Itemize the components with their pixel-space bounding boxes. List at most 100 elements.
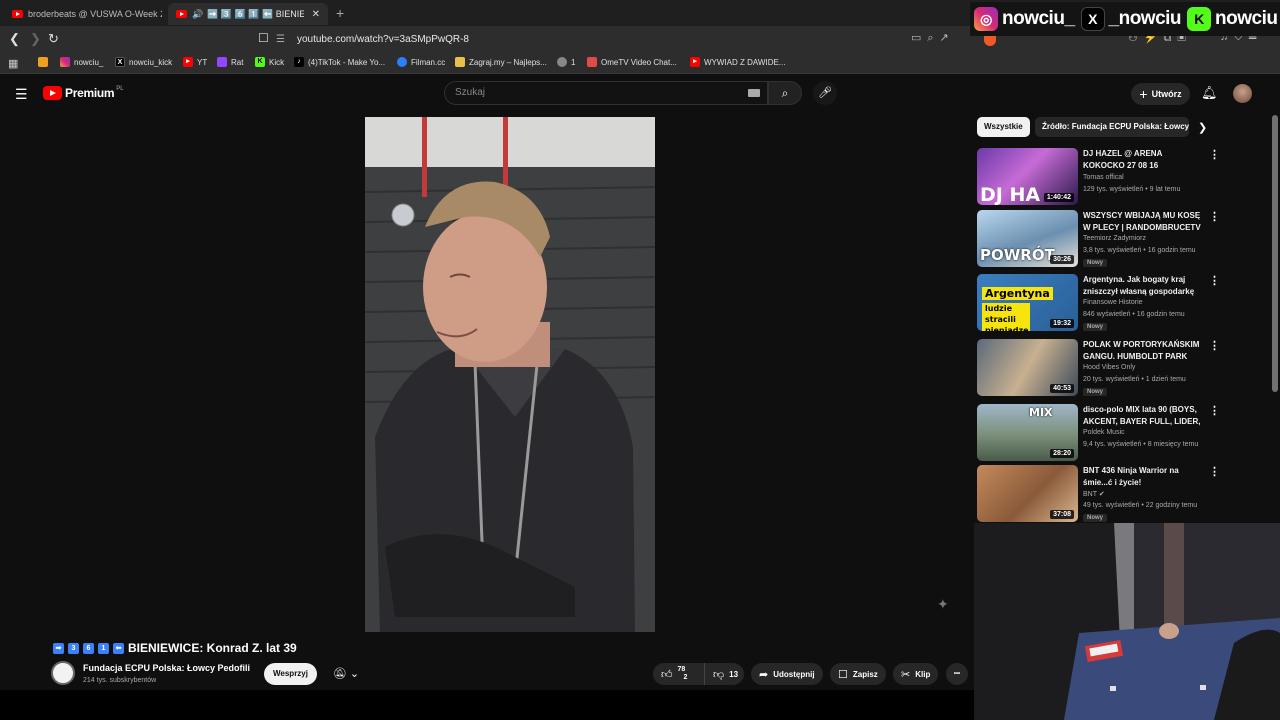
recommendation-title[interactable]: POLAK W PORTORYKAŃSKIM GANGU. HUMBOLDT P…	[1083, 339, 1205, 363]
site-info-icon[interactable]: ☰	[276, 34, 285, 45]
more-vert-icon[interactable]: ⋮	[1209, 339, 1220, 352]
screen: { "browser": { "tabs": [ {"title": "brod…	[0, 0, 1280, 720]
video-player[interactable]	[365, 117, 655, 632]
reload-icon[interactable]: ↻	[48, 31, 59, 47]
search-button[interactable]: ⌕	[768, 81, 802, 105]
address-actions-icons[interactable]: ▭⌕↗	[911, 31, 955, 45]
more-vert-icon[interactable]: ⋮	[1209, 148, 1220, 161]
voice-search-button[interactable]: 🎤︎	[813, 81, 837, 105]
bookmark-item[interactable]: K Kick	[255, 57, 284, 67]
keycap-icon: 1	[98, 642, 109, 654]
chevron-right-icon[interactable]: ❯	[1198, 121, 1207, 134]
recommendation-item[interactable]: POWRÓT 30:26 WSZYSCY WBIJAJĄ MU KOSĘ W P…	[977, 210, 1222, 270]
tab-title: broderbeats @ VUSWA O-Week 2024	[28, 9, 162, 19]
more-vert-icon[interactable]: ⋮	[1209, 274, 1220, 287]
recommendation-item[interactable]: MIX 28:20 disco-polo MIX lata 90 (BOYS, …	[977, 404, 1222, 464]
kick-icon: K	[255, 57, 265, 67]
chevron-down-icon: ⌄	[349, 668, 360, 680]
create-button[interactable]: + Utwórz	[1131, 83, 1190, 105]
notification-settings-button[interactable]: 🔕︎ ⌄	[325, 663, 367, 685]
channel-name[interactable]: Fundacja ECPU Polska: Łowcy Pedofili	[83, 663, 250, 673]
video-thumbnail[interactable]: MIX 28:20	[977, 404, 1078, 461]
recommendation-title[interactable]: DJ HAZEL @ ARENA KOKOCKO 27 08 16	[1083, 148, 1205, 172]
keyboard-icon[interactable]	[748, 89, 760, 97]
new-badge: Nowy	[1083, 323, 1108, 331]
recommendation-item[interactable]: 37:08 BNT 436 Ninja Warrior na śmie...ć …	[977, 465, 1222, 525]
clip-button[interactable]: ✂ Klip	[893, 663, 939, 685]
recommendation-title[interactable]: Argentyna. Jak bogaty kraj zniszczył wła…	[1083, 274, 1205, 298]
recommendation-item[interactable]: Argentyna ludzie stracili pieniądze 19:3…	[977, 274, 1222, 334]
recommendation-item[interactable]: DJ HA 1:40:42 DJ HAZEL @ ARENA KOKOCKO 2…	[977, 148, 1222, 208]
webcam-frame	[974, 523, 1280, 720]
social-instagram: ◎ nowciu_	[974, 7, 1075, 31]
duration-badge: 1:40:42	[1043, 193, 1074, 202]
bookmark-item[interactable]: ♪ (4)TikTok - Make Yo...	[294, 57, 385, 67]
close-tab-icon[interactable]: ✕	[312, 9, 320, 20]
support-button[interactable]: Wesprzyj	[264, 663, 317, 685]
share-button[interactable]: ➦ Udostępnij	[751, 663, 823, 685]
video-thumbnail[interactable]: DJ HA 1:40:42	[977, 148, 1078, 205]
account-avatar[interactable]	[1233, 84, 1252, 103]
more-vert-icon[interactable]: ⋮	[1209, 210, 1220, 223]
recommendation-title[interactable]: WSZYSCY WBIJAJĄ MU KOSĘ W PLECY | RANDOM…	[1083, 210, 1205, 234]
recommendation-channel[interactable]: Finansowe Historie	[1083, 299, 1143, 306]
notifications-bell-icon[interactable]: 🔔︎	[1201, 85, 1218, 101]
more-actions-button[interactable]: •••	[946, 663, 968, 685]
like-button[interactable]: 👍︎ 78 2	[653, 663, 704, 685]
search-input[interactable]: Szukaj	[444, 81, 768, 105]
recommendation-channel[interactable]: BNT ✔	[1083, 490, 1105, 498]
back-icon[interactable]: ❮	[9, 31, 20, 47]
subscriber-count: 214 tys. subskrybentów	[83, 677, 157, 684]
chip-source-channel[interactable]: Źródło: Fundacja ECPU Polska: Łowcy Pedo…	[1035, 117, 1189, 137]
channel-watermark-icon[interactable]: ✦	[937, 596, 959, 614]
video-thumbnail[interactable]: Argentyna ludzie stracili pieniądze 19:3…	[977, 274, 1078, 331]
recommendation-title[interactable]: disco-polo MIX lata 90 (BOYS, AKCENT, BA…	[1083, 404, 1205, 428]
bookmark-item[interactable]: Rat	[217, 57, 243, 67]
youtube-logo[interactable]: Premium PL	[43, 86, 124, 100]
youtube-play-icon	[43, 86, 62, 100]
recommendation-channel[interactable]: Hood Vibes Only	[1083, 364, 1135, 371]
recommendation-channel[interactable]: Poldek Music	[1083, 429, 1125, 436]
bell-off-icon: 🔕︎	[332, 668, 347, 680]
video-thumbnail[interactable]: 40:53	[977, 339, 1078, 396]
bookmark-item[interactable]: Xnowciu_kick	[115, 57, 172, 67]
forward-icon[interactable]: ❯	[30, 31, 41, 47]
browser-tab[interactable]: broderbeats @ VUSWA O-Week 2024	[4, 3, 162, 25]
apps-grid-icon[interactable]: ▦	[8, 57, 18, 70]
social-kick: K nowciu	[1187, 7, 1278, 31]
like-count-top: 78	[677, 666, 686, 673]
social-handles-overlay: ◎ nowciu_ X _nowciu K nowciu	[970, 2, 1280, 36]
new-badge: Nowy	[1083, 259, 1108, 267]
plus-icon: +	[1139, 86, 1148, 102]
bookmark-item[interactable]: OmeTV Video Chat...	[587, 57, 677, 67]
bookmark-item[interactable]: ▸ YT	[183, 57, 207, 67]
bookmark-item[interactable]: Filman.cc	[397, 57, 445, 67]
youtube-icon: ▸	[690, 57, 700, 67]
channel-avatar[interactable]	[51, 661, 75, 685]
recommendation-channel[interactable]: Tomas offical	[1083, 174, 1124, 181]
new-tab-button[interactable]: +	[336, 5, 344, 21]
new-badge: Nowy	[1083, 514, 1108, 522]
dislike-button[interactable]: 👎︎ 13	[704, 663, 744, 685]
recommendation-title[interactable]: BNT 436 Ninja Warrior na śmie...ć i życi…	[1083, 465, 1205, 489]
chip-all[interactable]: Wszystkie	[977, 117, 1030, 137]
video-thumbnail[interactable]: 37:08	[977, 465, 1078, 522]
video-thumbnail[interactable]: POWRÓT 30:26	[977, 210, 1078, 267]
recommendation-item[interactable]: 40:53 POLAK W PORTORYKAŃSKIM GANGU. HUMB…	[977, 339, 1222, 399]
more-vert-icon[interactable]: ⋮	[1209, 465, 1220, 478]
more-vert-icon[interactable]: ⋮	[1209, 404, 1220, 417]
bookmark-item[interactable]: nowciu_	[60, 57, 103, 67]
url-bar[interactable]: ☰ youtube.com/watch?v=3aSMpPwQR-8	[276, 29, 996, 50]
bookmark-item[interactable]: 1	[557, 57, 575, 67]
video-title: ➡ 3 6 1 ⬅ BIENIEWICE: Konrad Z. lat 39	[53, 641, 297, 655]
bookmark-item[interactable]: ▸ WYWIAD Z DAWIDE...	[690, 57, 785, 67]
save-button[interactable]: ☐ Zapisz	[830, 663, 886, 685]
bookmark-item[interactable]: Zagraj.my – Najleps...	[455, 57, 547, 67]
recommendation-meta: 3,8 tys. wyświetleń • 16 godzin temu	[1083, 247, 1196, 254]
recommendation-channel[interactable]: Teemiorz Zadymiorz	[1083, 235, 1146, 242]
browser-tab-active[interactable]: 🔊 ➡️ 3️⃣ 6️⃣ 1️⃣ ⬅️ BIENIEWICE: Konrad Z…	[168, 3, 328, 25]
menu-icon[interactable]: ☰	[15, 86, 28, 103]
bookmark-item[interactable]	[38, 57, 52, 67]
bookmark-page-icon[interactable]: ☐	[258, 31, 269, 45]
scrollbar-thumb[interactable]	[1272, 115, 1278, 392]
